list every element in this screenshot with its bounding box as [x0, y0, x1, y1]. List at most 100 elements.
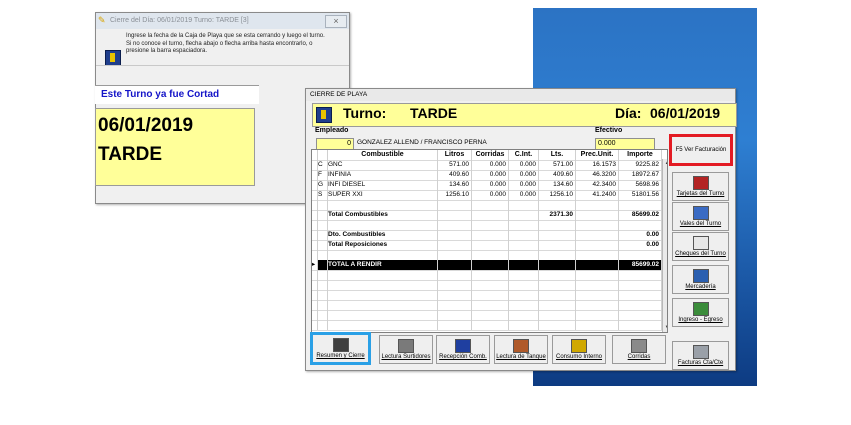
tarjetas-del-turno-button[interactable]: Tarjetas del Turno [672, 172, 729, 201]
prec-unit-cell: 46.3200 [576, 170, 619, 180]
app-small-icon: ✎ [98, 15, 106, 25]
col-importe: Importe [619, 150, 662, 160]
shift-header: Turno: TARDE Día: 06/01/2019 [312, 103, 737, 127]
fuel-name: SUPER XXI [328, 190, 438, 200]
side-button-label: F5 Ver Facturación [675, 147, 727, 153]
fuel-code: G [318, 180, 328, 190]
mercader-a-button[interactable]: Mercadería [672, 265, 729, 294]
f5-ver-facturaci-n-button[interactable]: F5 Ver Facturación [669, 134, 733, 166]
table-row[interactable] [312, 320, 667, 331]
cheques-del-turno-button[interactable]: Cheques del Turno [672, 232, 729, 261]
fuel-name: GNC [328, 160, 438, 170]
recepci-n-comb-button[interactable]: Recepción Comb. [436, 335, 490, 364]
dto-combustibles-label: Dto. Combustibles [328, 230, 438, 240]
check-icon [692, 236, 709, 250]
bottom-button-label: Consumo Interno [555, 354, 603, 360]
corridas-cell: 0.000 [472, 160, 509, 170]
importe-cell: 18972.67 [619, 170, 662, 180]
side-button-label: Vales del Turno [679, 221, 722, 227]
total-rendir-label: TOTAL A RENDIR [328, 260, 438, 270]
importe-cell: 5698.96 [619, 180, 662, 190]
fuel-icon [631, 339, 647, 353]
litros-cell: 571.00 [438, 160, 472, 170]
voucher-icon [692, 206, 709, 220]
bottom-button-label: Corridas [627, 354, 651, 360]
shift-closed-banner: Este Turno ya fue Cortad [95, 85, 259, 104]
divider [96, 65, 349, 66]
fuel-name: INFINIA [328, 170, 438, 180]
litros-cell: 409.60 [438, 170, 472, 180]
side-button-label: Ingreso - Egreso [678, 317, 723, 323]
facturas-cta-cte-button[interactable]: Facturas Cta/Cte [672, 341, 729, 370]
back-window-title: Cierre del Día: 06/01/2019 Turno: TARDE … [110, 17, 249, 24]
scroll-down-icon[interactable]: ▼ [663, 324, 667, 332]
main-window-titlebar[interactable]: CIERRE DE PLAYA [306, 89, 735, 101]
money-icon [692, 302, 709, 316]
card-icon [692, 176, 709, 190]
cint-cell: 0.000 [509, 180, 539, 190]
fuel-name: INFI DIESEL [328, 180, 438, 190]
big-date: 06/01/2019 [98, 115, 194, 136]
repos-value-cell: 0.00 [619, 240, 662, 250]
cart-icon [692, 269, 709, 283]
truck-icon [455, 339, 471, 353]
dto-value-cell: 0.00 [619, 230, 662, 240]
scroll-up-icon[interactable]: ▲ [663, 159, 667, 168]
prec-unit-cell: 42.3400 [576, 180, 619, 190]
prec-unit-cell: 41.2400 [576, 190, 619, 200]
col-combustible: Combustible [328, 150, 438, 160]
total-importe-cell: 85699.02 [619, 210, 662, 220]
corridas-cell: 0.000 [472, 170, 509, 180]
bottom-button-label: Recepción Comb. [439, 354, 487, 360]
empleado-name: GONZALEZ ALLEND / FRANCISCO PERNA [357, 139, 487, 146]
side-button-label: Facturas Cta/Cte [677, 360, 724, 366]
corridas-button[interactable]: Corridas [612, 335, 666, 364]
cierre-de-playa-window: CIERRE DE PLAYA Turno: TARDE Día: 06/01/… [305, 88, 737, 371]
vehicle-icon [571, 339, 587, 353]
litros-cell: 1256.10 [438, 190, 472, 200]
side-button-label: Mercadería [685, 284, 716, 290]
importe-cell: 9225.82 [619, 160, 662, 170]
bottom-button-label: Lectura Surtidores [381, 354, 431, 360]
fuel-code: F [318, 170, 328, 180]
total-combustibles-label: Total Combustibles [328, 210, 438, 220]
total-rendir-value: 85699.02 [619, 260, 662, 270]
lectura-surtidores-button[interactable]: Lectura Surtidores [379, 335, 433, 364]
turno-value: TARDE [410, 105, 458, 121]
grid-scrollbar[interactable]: ▲ ▼ [662, 159, 667, 332]
big-shift: TARDE [98, 144, 163, 165]
fuel-summary-grid: Combustible Litros Corridas C.Int. Lts. … [311, 149, 668, 333]
corridas-cell: 0.000 [472, 190, 509, 200]
vales-del-turno-button[interactable]: Vales del Turno [672, 202, 729, 231]
bottom-button-label: Lectura de Tanque [496, 354, 546, 360]
turno-label: Turno: [343, 105, 387, 121]
cint-cell: 0.000 [509, 170, 539, 180]
empleado-label: Empleado [315, 127, 349, 134]
lts-cell: 409.60 [539, 170, 576, 180]
tank-icon [513, 339, 529, 353]
side-button-label: Tarjetas del Turno [676, 191, 725, 197]
lts-cell: 134.60 [539, 180, 576, 190]
close-button[interactable]: × [325, 15, 347, 28]
dia-label: Día: [615, 105, 642, 121]
ingreso-egreso-button[interactable]: Ingreso - Egreso [672, 298, 729, 327]
lts-cell: 1256.10 [539, 190, 576, 200]
col-precunit: Prec.Unit. [576, 150, 619, 160]
importe-cell: 51801.56 [619, 190, 662, 200]
resumen-y-cierre-button[interactable]: Resumen y Cierre [310, 332, 371, 365]
pump-icon [398, 339, 414, 353]
side-button-label: Cheques del Turno [675, 251, 726, 257]
dia-value: 06/01/2019 [650, 105, 721, 121]
col-cint: C.Int. [509, 150, 539, 160]
lectura-de-tanque-button[interactable]: Lectura de Tanque [494, 335, 548, 364]
calculator-icon [692, 345, 709, 359]
efectivo-label: Efectivo [595, 127, 623, 134]
instruction-text: Ingrese la fecha de la Caja de Playa que… [126, 33, 325, 54]
total-lts-cell: 2371.30 [539, 210, 576, 220]
back-window-titlebar[interactable]: ✎ Cierre del Día: 06/01/2019 Turno: TARD… [96, 13, 349, 29]
consumo-interno-button[interactable]: Consumo Interno [552, 335, 606, 364]
corridas-cell: 0.000 [472, 180, 509, 190]
col-litros: Litros [438, 150, 472, 160]
litros-cell: 134.60 [438, 180, 472, 190]
bottom-button-label: Resumen y Cierre [316, 353, 365, 359]
